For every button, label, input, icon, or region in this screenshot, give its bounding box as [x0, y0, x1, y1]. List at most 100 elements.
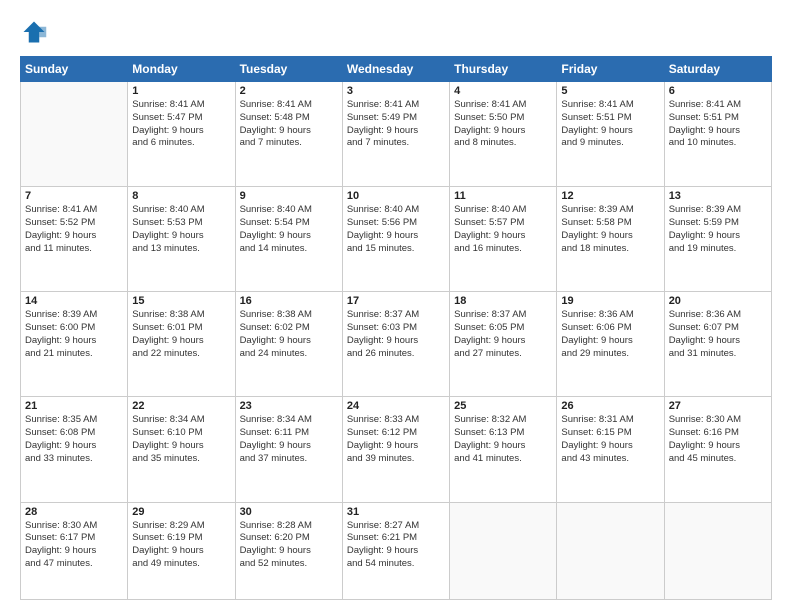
day-number: 23: [240, 400, 338, 412]
calendar-cell: 21Sunrise: 8:35 AM Sunset: 6:08 PM Dayli…: [21, 397, 128, 502]
calendar-cell: 7 Sunrise: 8:41 AM Sunset: 5:52 PM Daylig…: [21, 187, 128, 292]
day-info: Sunrise: 8:40 AM Sunset: 5:54 PM Dayligh…: [240, 204, 338, 255]
day-number: 16: [240, 295, 338, 307]
day-info: Sunrise: 8:36 AM Sunset: 6:07 PM Dayligh…: [669, 309, 767, 360]
calendar-cell: 19Sunrise: 8:36 AM Sunset: 6:06 PM Dayli…: [557, 292, 664, 397]
day-info: Sunrise: 8:40 AM Sunset: 5:57 PM Dayligh…: [454, 204, 552, 255]
calendar-cell: [557, 502, 664, 599]
day-number: 8: [132, 190, 230, 202]
calendar-week-row: 21Sunrise: 8:35 AM Sunset: 6:08 PM Dayli…: [21, 397, 772, 502]
calendar-cell: 26 Sunrise: 8:31 AM Sunset: 6:15 PM Dayli…: [557, 397, 664, 502]
calendar-cell: 11 Sunrise: 8:40 AM Sunset: 5:57 PM Dayli…: [450, 187, 557, 292]
calendar-cell: 6 Sunrise: 8:41 AM Sunset: 5:51 PM Daylig…: [664, 82, 771, 187]
day-number: 17: [347, 295, 445, 307]
day-number: 6: [669, 85, 767, 97]
calendar-cell: 13 Sunrise: 8:39 AM Sunset: 5:59 PM Dayli…: [664, 187, 771, 292]
calendar-header-thursday: Thursday: [450, 57, 557, 82]
day-number: 2: [240, 85, 338, 97]
day-number: 22: [132, 400, 230, 412]
day-number: 31: [347, 506, 445, 518]
day-number: 12: [561, 190, 659, 202]
day-info: Sunrise: 8:31 AM Sunset: 6:15 PM Dayligh…: [561, 414, 659, 465]
calendar-cell: 31Sunrise: 8:27 AM Sunset: 6:21 PM Dayli…: [342, 502, 449, 599]
calendar-cell: 24 Sunrise: 8:33 AM Sunset: 6:12 PM Dayli…: [342, 397, 449, 502]
day-number: 30: [240, 506, 338, 518]
calendar-cell: 9Sunrise: 8:40 AM Sunset: 5:54 PM Daylig…: [235, 187, 342, 292]
day-number: 3: [347, 85, 445, 97]
calendar-cell: 25Sunrise: 8:32 AM Sunset: 6:13 PM Dayli…: [450, 397, 557, 502]
calendar-cell: [21, 82, 128, 187]
day-number: 24: [347, 400, 445, 412]
day-number: 1: [132, 85, 230, 97]
calendar-cell: 15 Sunrise: 8:38 AM Sunset: 6:01 PM Dayli…: [128, 292, 235, 397]
day-number: 14: [25, 295, 123, 307]
day-info: Sunrise: 8:41 AM Sunset: 5:51 PM Dayligh…: [669, 99, 767, 150]
day-info: Sunrise: 8:38 AM Sunset: 6:02 PM Dayligh…: [240, 309, 338, 360]
day-info: Sunrise: 8:35 AM Sunset: 6:08 PM Dayligh…: [25, 414, 123, 465]
calendar-week-row: 28Sunrise: 8:30 AM Sunset: 6:17 PM Dayli…: [21, 502, 772, 599]
day-info: Sunrise: 8:39 AM Sunset: 6:00 PM Dayligh…: [25, 309, 123, 360]
calendar-cell: 22 Sunrise: 8:34 AM Sunset: 6:10 PM Dayli…: [128, 397, 235, 502]
calendar-cell: 4 Sunrise: 8:41 AM Sunset: 5:50 PM Daylig…: [450, 82, 557, 187]
day-info: Sunrise: 8:40 AM Sunset: 5:53 PM Dayligh…: [132, 204, 230, 255]
day-info: Sunrise: 8:41 AM Sunset: 5:49 PM Dayligh…: [347, 99, 445, 150]
header: [20, 18, 772, 46]
day-info: Sunrise: 8:39 AM Sunset: 5:59 PM Dayligh…: [669, 204, 767, 255]
day-number: 13: [669, 190, 767, 202]
calendar-week-row: 7 Sunrise: 8:41 AM Sunset: 5:52 PM Daylig…: [21, 187, 772, 292]
day-number: 11: [454, 190, 552, 202]
day-info: Sunrise: 8:37 AM Sunset: 6:05 PM Dayligh…: [454, 309, 552, 360]
day-info: Sunrise: 8:29 AM Sunset: 6:19 PM Dayligh…: [132, 520, 230, 571]
day-number: 29: [132, 506, 230, 518]
calendar-cell: 28Sunrise: 8:30 AM Sunset: 6:17 PM Dayli…: [21, 502, 128, 599]
calendar-cell: 27 Sunrise: 8:30 AM Sunset: 6:16 PM Dayli…: [664, 397, 771, 502]
calendar-cell: [664, 502, 771, 599]
day-info: Sunrise: 8:33 AM Sunset: 6:12 PM Dayligh…: [347, 414, 445, 465]
day-number: 15: [132, 295, 230, 307]
calendar-cell: 30Sunrise: 8:28 AM Sunset: 6:20 PM Dayli…: [235, 502, 342, 599]
calendar-cell: 12 Sunrise: 8:39 AM Sunset: 5:58 PM Dayli…: [557, 187, 664, 292]
day-info: Sunrise: 8:39 AM Sunset: 5:58 PM Dayligh…: [561, 204, 659, 255]
day-info: Sunrise: 8:37 AM Sunset: 6:03 PM Dayligh…: [347, 309, 445, 360]
day-info: Sunrise: 8:41 AM Sunset: 5:48 PM Dayligh…: [240, 99, 338, 150]
calendar-cell: 5 Sunrise: 8:41 AM Sunset: 5:51 PM Daylig…: [557, 82, 664, 187]
day-info: Sunrise: 8:40 AM Sunset: 5:56 PM Dayligh…: [347, 204, 445, 255]
logo: [20, 18, 52, 46]
calendar-cell: 29 Sunrise: 8:29 AM Sunset: 6:19 PM Dayli…: [128, 502, 235, 599]
day-info: Sunrise: 8:41 AM Sunset: 5:50 PM Dayligh…: [454, 99, 552, 150]
calendar-header-row: SundayMondayTuesdayWednesdayThursdayFrid…: [21, 57, 772, 82]
logo-icon: [20, 18, 48, 46]
calendar-header-tuesday: Tuesday: [235, 57, 342, 82]
calendar-week-row: 1Sunrise: 8:41 AM Sunset: 5:47 PM Daylig…: [21, 82, 772, 187]
page: SundayMondayTuesdayWednesdayThursdayFrid…: [0, 0, 792, 612]
calendar-cell: 10Sunrise: 8:40 AM Sunset: 5:56 PM Dayli…: [342, 187, 449, 292]
day-number: 7: [25, 190, 123, 202]
calendar-header-sunday: Sunday: [21, 57, 128, 82]
day-info: Sunrise: 8:34 AM Sunset: 6:11 PM Dayligh…: [240, 414, 338, 465]
day-number: 4: [454, 85, 552, 97]
day-info: Sunrise: 8:34 AM Sunset: 6:10 PM Dayligh…: [132, 414, 230, 465]
day-number: 5: [561, 85, 659, 97]
calendar-cell: 14 Sunrise: 8:39 AM Sunset: 6:00 PM Dayli…: [21, 292, 128, 397]
calendar-cell: 1Sunrise: 8:41 AM Sunset: 5:47 PM Daylig…: [128, 82, 235, 187]
calendar-cell: 16 Sunrise: 8:38 AM Sunset: 6:02 PM Dayli…: [235, 292, 342, 397]
day-number: 25: [454, 400, 552, 412]
day-info: Sunrise: 8:38 AM Sunset: 6:01 PM Dayligh…: [132, 309, 230, 360]
calendar-week-row: 14 Sunrise: 8:39 AM Sunset: 6:00 PM Dayli…: [21, 292, 772, 397]
day-info: Sunrise: 8:36 AM Sunset: 6:06 PM Dayligh…: [561, 309, 659, 360]
day-info: Sunrise: 8:41 AM Sunset: 5:51 PM Dayligh…: [561, 99, 659, 150]
day-info: Sunrise: 8:30 AM Sunset: 6:16 PM Dayligh…: [669, 414, 767, 465]
day-number: 27: [669, 400, 767, 412]
calendar-cell: 3 Sunrise: 8:41 AM Sunset: 5:49 PM Daylig…: [342, 82, 449, 187]
day-info: Sunrise: 8:41 AM Sunset: 5:52 PM Dayligh…: [25, 204, 123, 255]
calendar-cell: 8 Sunrise: 8:40 AM Sunset: 5:53 PM Daylig…: [128, 187, 235, 292]
calendar-header-monday: Monday: [128, 57, 235, 82]
calendar-cell: [450, 502, 557, 599]
calendar-cell: 18Sunrise: 8:37 AM Sunset: 6:05 PM Dayli…: [450, 292, 557, 397]
day-number: 26: [561, 400, 659, 412]
calendar-cell: 2 Sunrise: 8:41 AM Sunset: 5:48 PM Daylig…: [235, 82, 342, 187]
calendar-cell: 23 Sunrise: 8:34 AM Sunset: 6:11 PM Dayli…: [235, 397, 342, 502]
calendar-cell: 17 Sunrise: 8:37 AM Sunset: 6:03 PM Dayli…: [342, 292, 449, 397]
calendar-header-saturday: Saturday: [664, 57, 771, 82]
calendar-header-friday: Friday: [557, 57, 664, 82]
